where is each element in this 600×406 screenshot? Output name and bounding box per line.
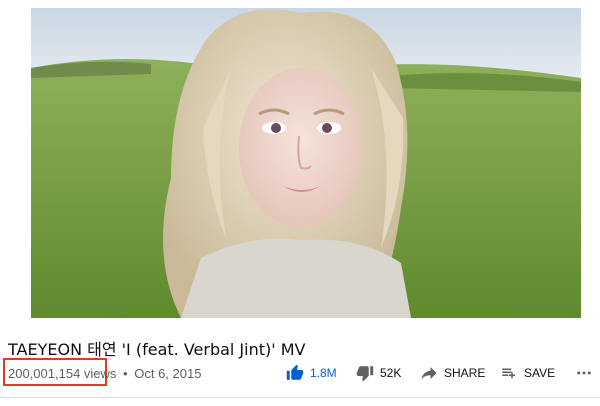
share-button[interactable]: SHARE [420,364,485,382]
dislike-button[interactable]: 52K [356,364,401,382]
video-player[interactable] [31,8,581,318]
save-button[interactable]: SAVE [500,364,555,382]
like-button[interactable]: 1.8M [286,364,337,382]
dislike-count: 52K [380,366,402,380]
view-count-and-date: 200,001,154 views • Oct 6, 2015 [8,366,201,381]
video-meta-row: 200,001,154 views • Oct 6, 2015 1.8M 52K… [0,358,600,388]
upload-date: Oct 6, 2015 [134,366,202,381]
thumb-up-icon [286,364,304,380]
thumb-down-icon [356,366,374,382]
more-icon[interactable] [575,364,593,382]
video-frame [31,8,581,318]
share-label: SHARE [444,366,486,380]
save-playlist-icon [502,368,515,379]
view-count: 200,001,154 views [8,366,117,381]
divider [0,397,600,398]
save-label: SAVE [524,366,556,380]
separator-dot: • [123,366,128,381]
like-count: 1.8M [310,366,337,380]
share-icon [421,367,437,380]
video-title: TAEYEON 태연 'I (feat. Verbal Jint)' MV [8,340,306,359]
